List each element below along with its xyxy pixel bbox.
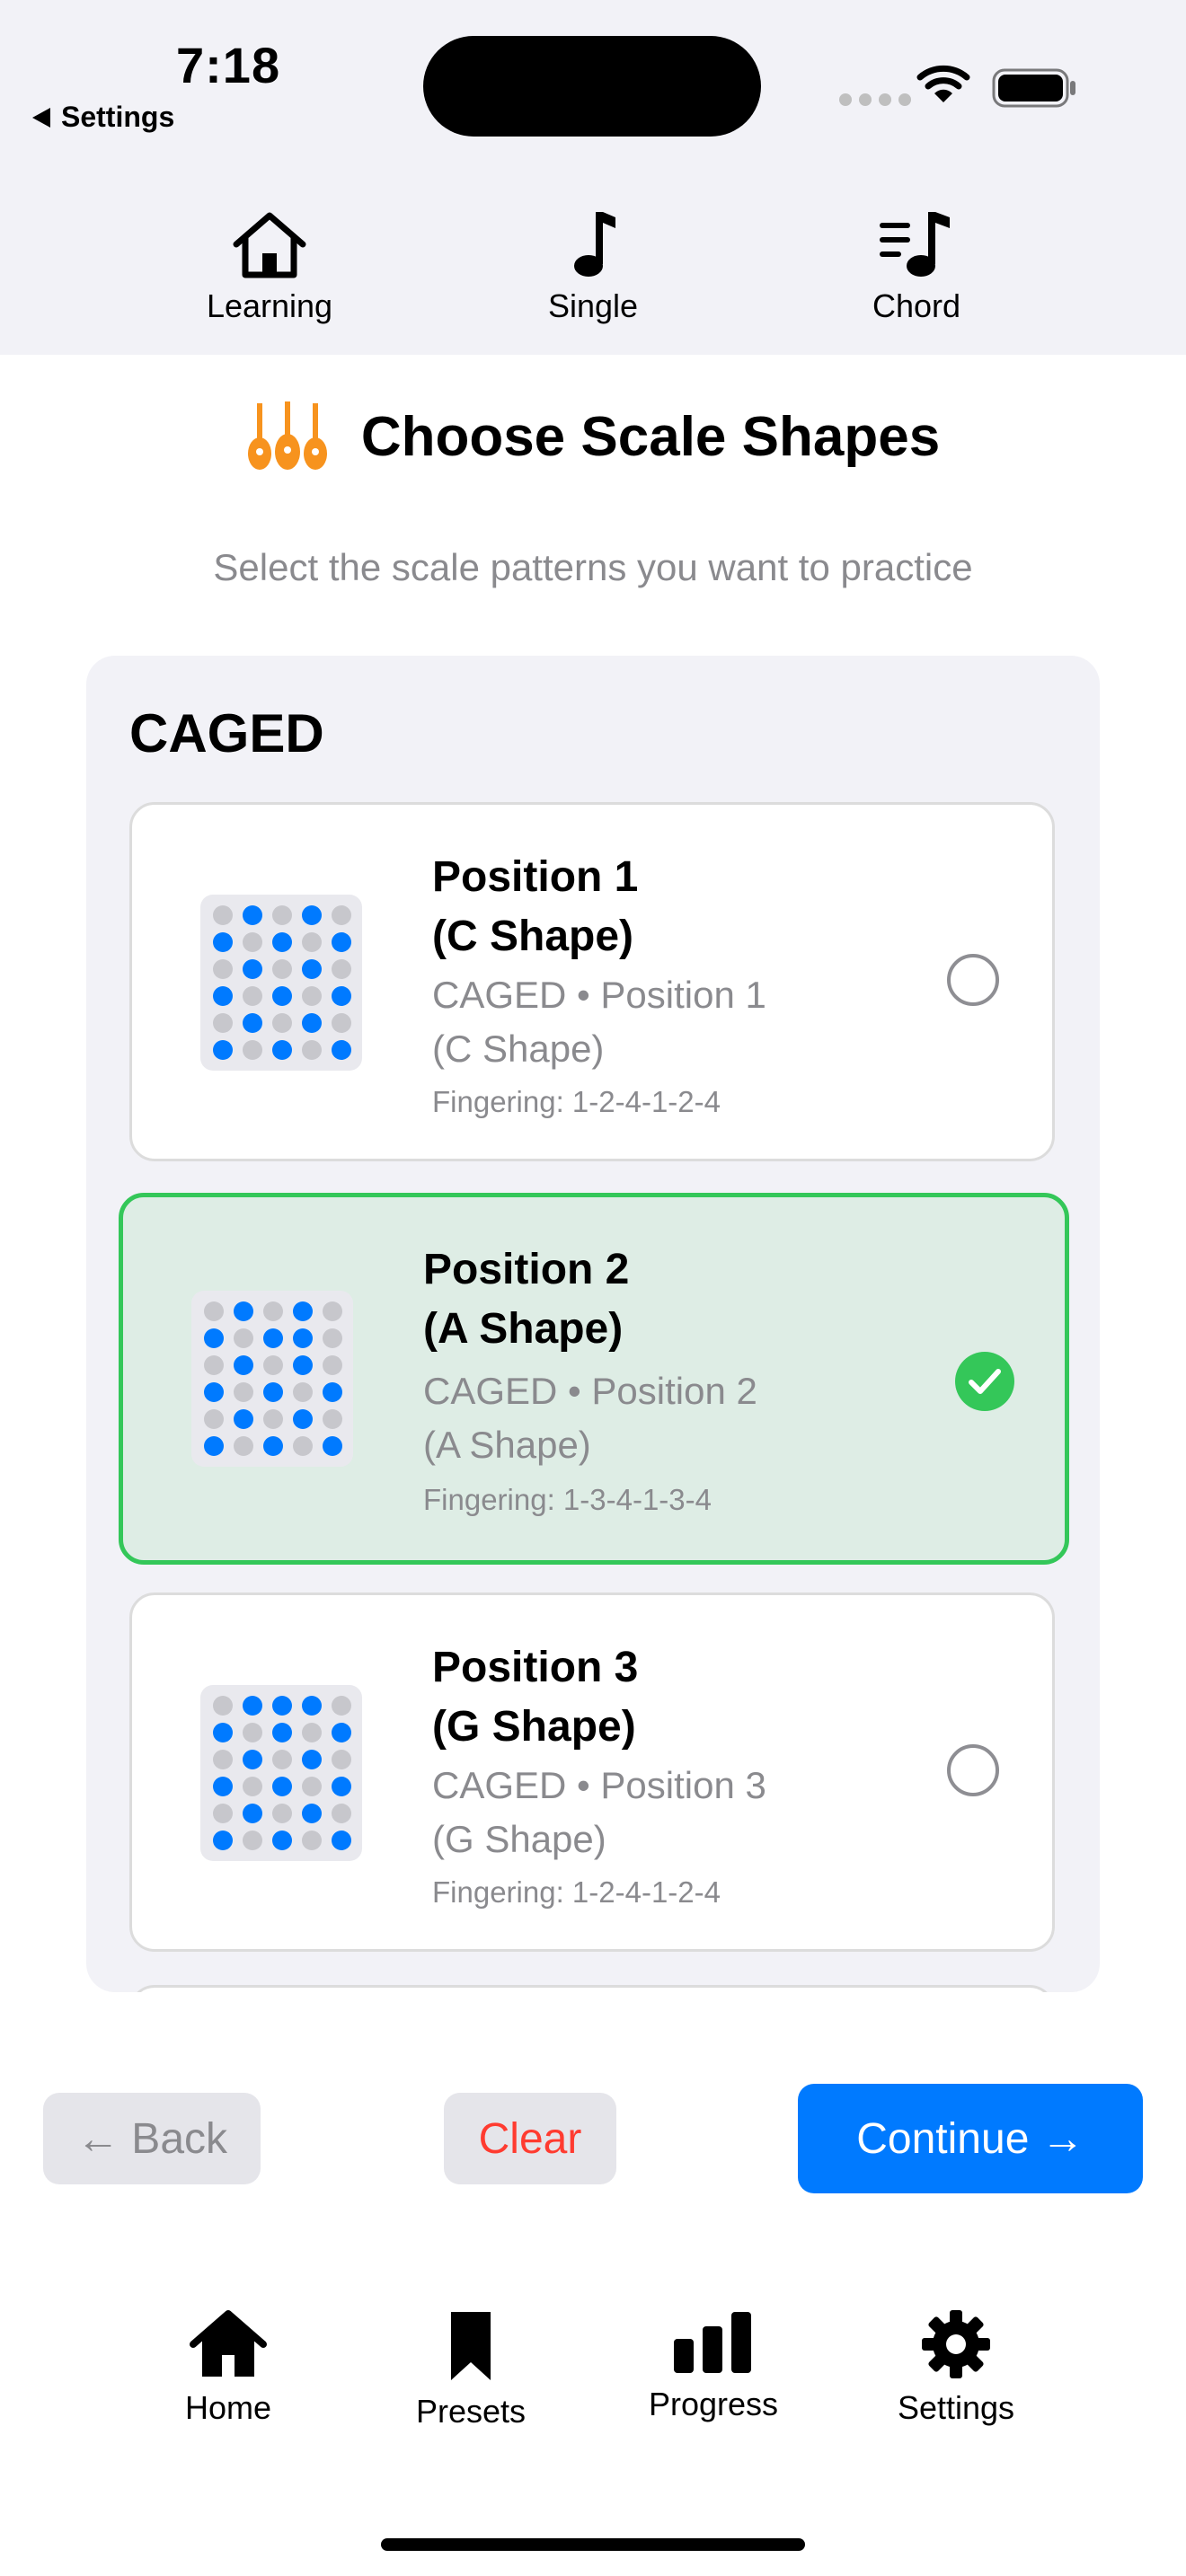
cellular-signal-icon [839,93,911,106]
tab-learning-label: Learning [206,287,333,324]
scale-card-description: CAGED • Position 2 (A Shape) [423,1370,757,1466]
bottom-tab-settings-label: Settings [897,2389,1015,2426]
scale-card-fingering: Fingering: 1-2-4-1-2-4 [432,1085,721,1118]
bar-chart-icon [674,2312,751,2373]
bottom-tab-presets[interactable]: Presets [381,2308,561,2430]
status-time: 7:18 [176,37,281,93]
bookmark-icon [451,2312,491,2380]
scale-card-description: CAGED • Position 1 (C Shape) [432,974,766,1070]
house-icon [233,212,306,278]
bottom-tab-progress-label: Progress [648,2386,779,2422]
bottom-tab-home-label: Home [184,2389,272,2426]
scale-card-position-2[interactable]: Position 2 (A Shape) CAGED • Position 2 … [119,1193,1069,1565]
bottom-tab-presets-label: Presets [415,2393,527,2430]
scale-card-position-3[interactable]: Position 3 (G Shape) CAGED • Position 3 … [129,1592,1055,1952]
gear-icon [922,2310,990,2378]
fretboard-pattern-thumbnail [200,895,362,1071]
scale-card-position-1[interactable]: Position 1 (C Shape) CAGED • Position 1 … [129,802,1055,1161]
music-list-icon [880,212,950,277]
continue-button[interactable]: Continue → [798,2084,1143,2193]
back-to-settings-label: Settings [61,101,175,133]
tab-single[interactable]: Single [485,208,701,325]
page-subtitle: Select the scale patterns you want to pr… [213,546,973,588]
wifi-icon [916,65,970,102]
home-indicator [381,2538,805,2551]
guitars-icon [247,401,327,470]
clear-button[interactable]: Clear [444,2093,616,2184]
back-to-settings-link[interactable]: Settings [32,101,174,134]
fretboard-pattern-thumbnail [200,1685,362,1861]
scale-shapes-list[interactable]: CAGED Position 1 (C Shape) CAGED • Posit… [86,656,1100,1992]
dynamic-island [423,36,761,137]
select-checkmark-icon[interactable] [955,1352,1014,1411]
tab-learning[interactable]: Learning [162,208,377,325]
fretboard-pattern-thumbnail [191,1291,353,1467]
house-fill-icon [190,2310,267,2377]
battery-icon [992,68,1075,108]
tab-single-label: Single [547,287,639,324]
select-radio-unchecked[interactable] [947,954,999,1006]
back-button[interactable]: ← Back [43,2093,261,2184]
scale-card-name: Position 1 (C Shape) [432,853,639,960]
scale-card-fingering: Fingering: 1-3-4-1-3-4 [423,1483,712,1516]
scale-card-description: CAGED • Position 3 (G Shape) [432,1764,766,1860]
bottom-tab-home[interactable]: Home [138,2308,318,2427]
page-title: Choose Scale Shapes [360,405,941,468]
tab-chord-label: Chord [872,287,961,324]
scale-card-name: Position 2 (A Shape) [423,1246,630,1353]
tab-chord[interactable]: Chord [809,208,1024,325]
scale-card-name: Position 3 (G Shape) [432,1644,639,1751]
bottom-tab-progress[interactable]: Progress [624,2308,803,2423]
page-header: Choose Scale Shapes [0,400,1186,473]
select-radio-unchecked[interactable] [947,1744,999,1796]
group-title: CAGED [129,703,324,763]
scale-card-fingering: Fingering: 1-2-4-1-2-4 [432,1875,721,1909]
back-triangle-icon [32,107,50,128]
music-note-icon [574,212,615,277]
scale-card-partial[interactable] [129,1985,1055,1992]
bottom-tab-settings[interactable]: Settings [866,2308,1046,2427]
